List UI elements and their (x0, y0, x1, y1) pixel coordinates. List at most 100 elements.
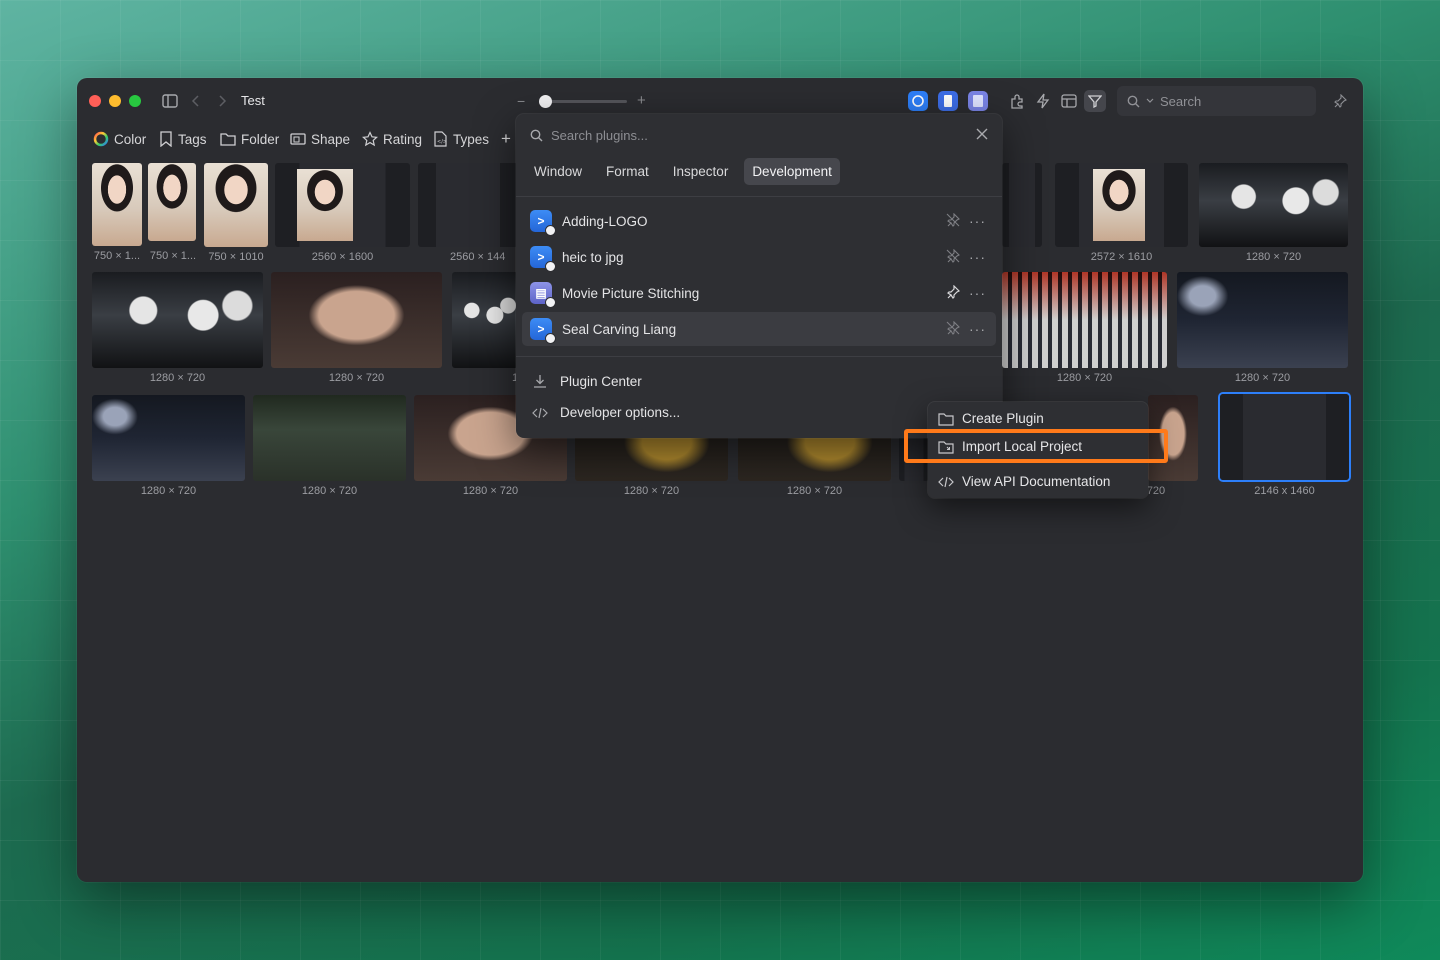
plugin-center-button[interactable]: Plugin Center (532, 373, 642, 389)
download-icon (534, 375, 546, 388)
lightning-icon[interactable] (1032, 90, 1054, 112)
terminal-plugin-icon: > (530, 210, 556, 236)
tab-inspector[interactable]: Inspector (665, 158, 737, 185)
more-icon[interactable]: ··· (969, 213, 986, 229)
tab-format[interactable]: Format (598, 158, 657, 185)
create-plugin-item[interactable]: Create Plugin (938, 411, 1044, 426)
thumbnail[interactable] (204, 163, 268, 247)
more-icon[interactable]: ··· (969, 285, 986, 301)
plugin-search-field[interactable]: Search plugins... (530, 128, 648, 143)
zoom-in-icon[interactable]: + (637, 92, 646, 109)
thumbnail[interactable] (1002, 163, 1042, 247)
thumbnail-selected[interactable] (1218, 392, 1351, 482)
zoom-out-icon[interactable]: − (517, 93, 525, 109)
thumbnail-label: 1280 × 720 (140, 485, 197, 497)
search-icon (530, 129, 543, 142)
thumbnail[interactable] (1002, 272, 1167, 368)
thumbnail[interactable] (275, 163, 410, 247)
filter-color[interactable]: Color (93, 128, 146, 150)
developer-options-button[interactable]: Developer options... (532, 405, 680, 420)
thumbnail[interactable] (92, 272, 263, 368)
code-icon (532, 407, 548, 418)
search-field[interactable]: Search (1117, 86, 1316, 116)
thumbnail[interactable] (1055, 163, 1188, 247)
view-api-documentation-item[interactable]: View API Documentation (938, 474, 1110, 489)
pin-icon[interactable] (946, 284, 961, 302)
unpin-icon[interactable] (946, 320, 960, 338)
divider (516, 356, 1002, 357)
sidebar-toggle-icon[interactable] (159, 90, 181, 112)
close-window-button[interactable] (89, 95, 101, 107)
unpin-icon[interactable] (946, 212, 960, 230)
thumbnail-label: 1280 × 720 (301, 485, 358, 497)
thumbnail-label: 750 × 1... (149, 250, 197, 262)
back-icon[interactable] (185, 90, 207, 112)
search-icon (1127, 95, 1140, 107)
more-icon[interactable]: ··· (969, 321, 986, 337)
book-plugin-icon[interactable] (938, 91, 958, 111)
thumbnail-label: 1280 × 720 (1056, 372, 1113, 384)
thumbnail-label: 2146 x 1460 (1254, 485, 1315, 497)
plugin-item[interactable]: > Adding-LOGO ··· (522, 204, 996, 238)
forward-icon[interactable] (211, 90, 233, 112)
plugin-name: heic to jpg (562, 249, 624, 265)
terminal-plugin-icon: > (530, 246, 556, 272)
thumbnail[interactable] (1177, 272, 1348, 368)
svg-text:</>: </> (437, 139, 447, 145)
code-icon (938, 476, 954, 487)
pin-icon[interactable] (1329, 90, 1351, 112)
close-icon[interactable] (976, 128, 988, 144)
plugin-item[interactable]: ▤ Movie Picture Stitching ··· (522, 276, 996, 310)
plugin-name: Seal Carving Liang (562, 321, 677, 337)
star-icon (362, 131, 378, 147)
folder-icon (220, 133, 236, 146)
thumbnail[interactable] (92, 163, 142, 246)
plugin-item[interactable]: > heic to jpg ··· (522, 240, 996, 274)
filter-icon[interactable] (1084, 90, 1106, 112)
folder-icon (938, 412, 954, 426)
thumbnail[interactable] (1199, 163, 1348, 247)
plugin-puzzle-icon[interactable] (1006, 90, 1028, 112)
thumbnail-label: 2560 × 1600 (311, 251, 374, 263)
filter-folder[interactable]: Folder (220, 128, 279, 150)
plugin-item[interactable]: > Seal Carving Liang ··· (522, 312, 996, 346)
filter-tags[interactable]: Tags (159, 128, 207, 150)
thumbnail-label: 2560 × 144 (450, 251, 506, 263)
zoom-slider[interactable] (539, 100, 627, 103)
layout-icon[interactable] (1058, 90, 1080, 112)
plugin-category-tabs: Window Format Inspector Development (526, 158, 840, 185)
search-placeholder: Search (1160, 93, 1202, 109)
sync-plugin-icon[interactable] (908, 91, 928, 111)
zoom-slider-knob[interactable] (539, 95, 552, 108)
terminal-plugin-icon: > (530, 318, 556, 344)
color-wheel-icon (93, 131, 109, 147)
shape-icon (290, 133, 306, 145)
thumbnail-label: 1280 × 720 (1245, 251, 1302, 263)
tab-development[interactable]: Development (744, 158, 840, 185)
chevron-down-icon (1146, 98, 1154, 103)
file-type-icon: </> (434, 131, 447, 147)
thumbnail[interactable] (452, 272, 518, 368)
thumbnail-label: 750 × 1... (93, 250, 141, 262)
add-filter-button[interactable]: + (501, 128, 511, 150)
filter-types[interactable]: </> Types (433, 128, 489, 150)
thumbnail[interactable] (418, 163, 518, 247)
thumbnail[interactable] (92, 395, 245, 481)
thumbnail-label: 1280 × 720 (1234, 372, 1291, 384)
thumbnail[interactable] (148, 163, 196, 241)
thumbnail[interactable] (253, 395, 406, 481)
plugin-name: Movie Picture Stitching (562, 285, 700, 301)
bookmark-icon (160, 131, 172, 147)
filter-shape[interactable]: Shape (290, 128, 350, 150)
zoom-window-button[interactable] (129, 95, 141, 107)
filter-rating[interactable]: Rating (362, 128, 422, 150)
document-plugin-icon: ▤ (530, 282, 556, 308)
tab-window[interactable]: Window (526, 158, 590, 185)
unpin-icon[interactable] (946, 248, 960, 266)
thumbnail-label: 2572 × 1610 (1090, 251, 1153, 263)
window-title: Test (241, 93, 265, 108)
document-plugin-icon[interactable] (968, 91, 988, 111)
minimize-window-button[interactable] (109, 95, 121, 107)
thumbnail[interactable] (271, 272, 442, 368)
more-icon[interactable]: ··· (969, 249, 986, 265)
